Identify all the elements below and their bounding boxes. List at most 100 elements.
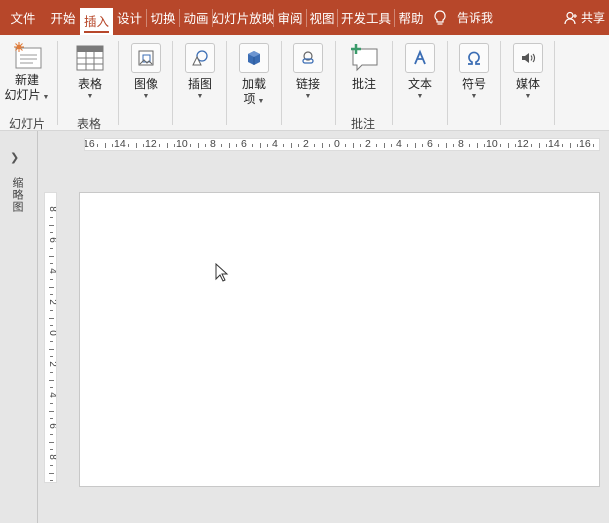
ruler-label: 4 — [272, 138, 278, 150]
group-label-tables: 表格 — [77, 117, 102, 131]
ruler-tick — [298, 144, 300, 147]
ruler-label: 8 — [47, 206, 57, 212]
ruler-tick — [220, 144, 222, 147]
dropdown-caret-icon: ▼ — [255, 98, 265, 105]
comment-button[interactable]: 批注 — [345, 43, 383, 92]
tab-insert[interactable]: 插入 — [80, 8, 113, 35]
ruler-label: 16 — [84, 138, 95, 150]
group-label-comments: 批注 — [351, 117, 376, 131]
share-label: 共享 — [580, 11, 605, 25]
tab-label: 审阅 — [277, 12, 303, 26]
slide-canvas[interactable] — [79, 192, 600, 487]
ruler-tick — [282, 144, 284, 147]
mouse-cursor-icon — [215, 263, 229, 282]
ruler-tick — [189, 144, 191, 147]
ruler-tick — [50, 480, 53, 482]
ruler-tick — [49, 286, 54, 288]
dropdown-caret-icon: ▼ — [196, 93, 204, 100]
tab-label: 设计 — [116, 12, 142, 26]
share-button[interactable]: 共享 — [564, 0, 605, 35]
ruler-tick — [507, 143, 509, 148]
tell-me-label: 告诉我 — [457, 11, 494, 25]
table-button[interactable]: 表格 ▼ — [70, 45, 110, 101]
ruler-label: 8 — [210, 138, 216, 150]
ruler-label: 10 — [486, 138, 498, 150]
new-slide-button[interactable]: 新建 幻灯片 ▼ — [4, 41, 50, 103]
cube-icon — [248, 51, 260, 65]
tab-slideshow[interactable]: 幻灯片放映 — [213, 0, 273, 35]
ruler-tick — [592, 144, 594, 147]
ruler-label: 4 — [396, 138, 402, 150]
text-icon-box — [405, 43, 435, 73]
images-button[interactable]: 图像 ▼ — [128, 43, 164, 101]
symbols-button[interactable]: 符号 ▼ — [456, 43, 492, 101]
ruler-tick — [406, 144, 408, 147]
ruler-label: 6 — [241, 138, 247, 150]
ruler-label: 8 — [47, 454, 57, 460]
chevron-right-icon[interactable]: ❯ — [10, 151, 19, 164]
symbols-icon-box — [459, 43, 489, 73]
ruler-label: 14 — [548, 138, 560, 150]
images-icon-box — [131, 43, 161, 73]
tab-label: 切换 — [150, 12, 176, 26]
ruler-tick — [50, 464, 53, 466]
media-button[interactable]: 媒体 ▼ — [510, 43, 546, 101]
ruler-tick — [569, 143, 571, 148]
illustrations-button[interactable]: 插图 ▼ — [182, 43, 218, 101]
omega-icon — [468, 51, 480, 65]
ruler-label: 4 — [47, 268, 57, 274]
tab-file[interactable]: 文件 — [0, 0, 46, 35]
tab-help[interactable]: 帮助 — [395, 0, 427, 35]
table-label: 表格 — [77, 77, 102, 91]
ruler-tick — [251, 144, 253, 147]
tab-label: 开发工具 — [341, 12, 392, 26]
tab-review[interactable]: 审阅 — [274, 0, 306, 35]
ruler-tick — [49, 317, 54, 319]
ruler-tick — [530, 144, 532, 147]
group-divider — [447, 41, 448, 125]
ruler-tick — [135, 143, 137, 148]
tab-animations[interactable]: 动画 — [180, 0, 212, 35]
ruler-tick — [205, 144, 207, 147]
table-icon — [76, 45, 104, 71]
ruler-label: 14 — [114, 138, 126, 150]
horizontal-ruler: 16 14 12 10 8 6 4 2 0 2 4 6 8 10 12 14 16 — [84, 138, 600, 151]
dropdown-caret-icon: ▼ — [142, 93, 150, 100]
ruler-tick — [50, 371, 53, 373]
ruler-tick — [468, 144, 470, 147]
illustrations-label: 插图 — [187, 77, 212, 91]
dropdown-caret-icon: ▼ — [304, 93, 312, 100]
text-label: 文本 — [407, 77, 432, 91]
speaker-icon — [522, 53, 536, 63]
text-button[interactable]: 文本 ▼ — [402, 43, 438, 101]
ruler-tick — [50, 433, 53, 435]
tab-transitions[interactable]: 切换 — [147, 0, 179, 35]
group-divider — [335, 41, 336, 125]
ruler-label: 10 — [176, 138, 188, 150]
tab-home[interactable]: 开始 — [46, 0, 80, 35]
ruler-tick — [96, 144, 98, 147]
ribbon-tab-bar: 文件 开始 插入 设计 切换 动画 幻灯片放映 审阅 视图 开发工具 帮助 告诉… — [0, 0, 609, 35]
ruler-tick — [228, 143, 230, 148]
group-divider — [118, 41, 119, 125]
addins-button[interactable]: 加载 项 ▼ — [236, 43, 272, 107]
ruler-tick — [422, 144, 424, 147]
group-divider — [172, 41, 173, 125]
ruler-tick — [538, 143, 540, 148]
tell-me-box[interactable]: 告诉我 — [433, 0, 493, 35]
tab-view[interactable]: 视图 — [307, 0, 337, 35]
ruler-tick — [259, 143, 261, 148]
images-label: 图像 — [133, 77, 158, 91]
tab-developer[interactable]: 开发工具 — [338, 0, 394, 35]
new-comment-icon — [351, 44, 378, 72]
group-divider — [392, 41, 393, 125]
group-divider — [554, 41, 555, 125]
tab-design[interactable]: 设计 — [113, 0, 146, 35]
comment-label: 批注 — [351, 77, 376, 91]
links-button[interactable]: 链接 ▼ — [290, 43, 326, 101]
ruler-label: 4 — [47, 392, 57, 398]
tab-label: 开始 — [50, 12, 76, 26]
ruler-tick — [127, 144, 129, 147]
group-divider — [281, 41, 282, 125]
lightbulb-icon — [434, 9, 446, 25]
